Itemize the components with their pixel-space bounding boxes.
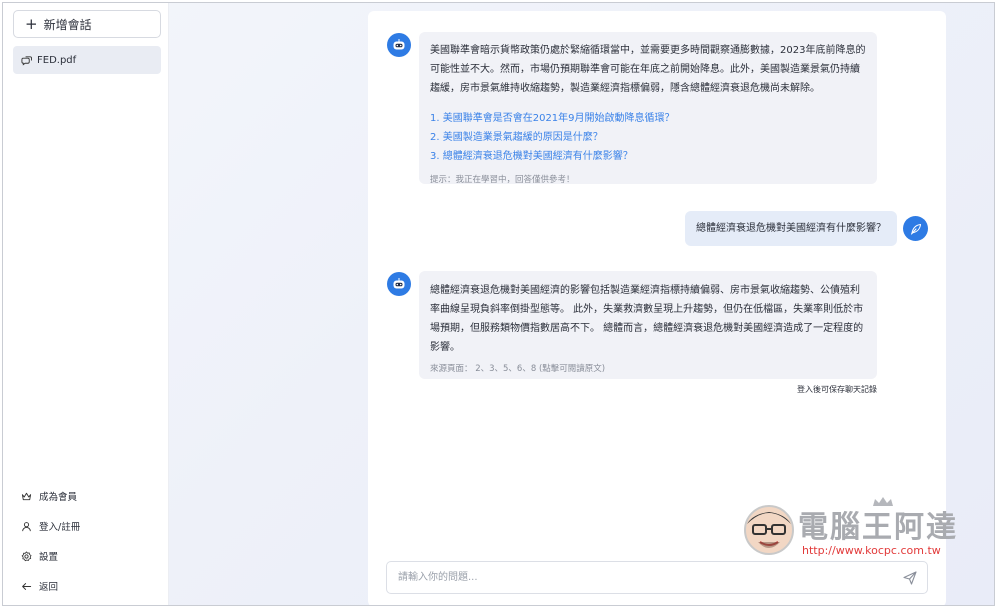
question-input-box <box>386 561 928 594</box>
new-chat-button[interactable]: + 新增會話 <box>13 10 161 38</box>
question-input[interactable] <box>387 562 887 593</box>
user-message: 總體經濟衰退危機對美國經濟有什麼影響？ <box>685 211 897 246</box>
gear-icon <box>21 551 32 561</box>
send-icon[interactable] <box>902 570 918 586</box>
watermark: 電腦王阿達 http://www.kocpc.com.tw <box>738 496 988 562</box>
bot-avatar <box>387 33 411 57</box>
mascot-logo <box>744 505 794 555</box>
suggested-question-3[interactable]: 3. 總體經濟衰退危機對美國經濟有什麼影響？ <box>430 147 866 166</box>
source-pages-link[interactable]: 來源頁面： 2、3、5、6、8 (點擊可閱讀原文) <box>430 360 866 379</box>
plus-icon: + <box>25 14 38 33</box>
bot-message-1: 美國聯準會暗示貨幣政策仍處於緊縮循環當中，並需要更多時間觀察通膨數據，2023年… <box>419 32 877 185</box>
sidebar: + 新增會話 FED.pdf 成為會員 登入/註冊 設置 返回 <box>3 3 169 605</box>
file-item-fed[interactable]: FED.pdf <box>13 46 161 74</box>
user-avatar[interactable] <box>903 216 928 241</box>
bot-message-text: 美國聯準會暗示貨幣政策仍處於緊縮循環當中，並需要更多時間觀察通膨數據，2023年… <box>430 45 866 94</box>
sidebar-item-membership[interactable]: 成為會員 <box>3 481 169 511</box>
sidebar-item-settings[interactable]: 設置 <box>3 541 169 571</box>
robot-icon <box>393 278 405 289</box>
new-chat-label: 新增會話 <box>43 17 92 32</box>
sidebar-item-label: 返回 <box>39 582 59 593</box>
disclaimer-hint: 提示：我正在學習中，回答僅供參考！ <box>430 175 575 185</box>
sidebar-item-label: 設置 <box>39 552 59 563</box>
sidebar-item-back[interactable]: 返回 <box>3 571 169 601</box>
suggested-question-1[interactable]: 1. 美國聯準會是否會在2021年9月開始啟動降息循環？ <box>430 109 866 128</box>
watermark-title: 電腦王阿達 <box>798 510 958 545</box>
save-history-note[interactable]: 登入後可保存聊天記錄 <box>792 384 877 395</box>
chat-bubble-icon <box>21 55 32 66</box>
file-name: FED.pdf <box>37 54 77 66</box>
app-window: + 新增會話 FED.pdf 成為會員 登入/註冊 設置 返回 美國聯準會暗示貨… <box>2 2 995 606</box>
user-icon <box>22 521 31 531</box>
sidebar-item-login[interactable]: 登入/註冊 <box>3 511 169 541</box>
bot-message-2: 總體經濟衰退危機對美國經濟的影響包括製造業經濟指標持續偏弱、房市景氣收縮趨勢、公… <box>419 271 877 379</box>
arrow-left-icon <box>22 582 32 590</box>
suggested-question-2[interactable]: 2. 美國製造業景氣趨緩的原因是什麼？ <box>430 128 866 147</box>
sidebar-item-label: 成為會員 <box>39 492 78 503</box>
bot-message-text: 總體經濟衰退危機對美國經濟的影響包括製造業經濟指標持續偏弱、房市景氣收縮趨勢、公… <box>430 285 864 353</box>
robot-icon <box>393 39 405 50</box>
watermark-url: http://www.kocpc.com.tw <box>802 544 941 557</box>
sidebar-menu: 成為會員 登入/註冊 設置 返回 <box>3 481 169 601</box>
bot-avatar <box>387 272 411 296</box>
feather-icon <box>910 223 921 235</box>
sidebar-item-label: 登入/註冊 <box>39 522 81 533</box>
crown-icon <box>21 492 32 500</box>
